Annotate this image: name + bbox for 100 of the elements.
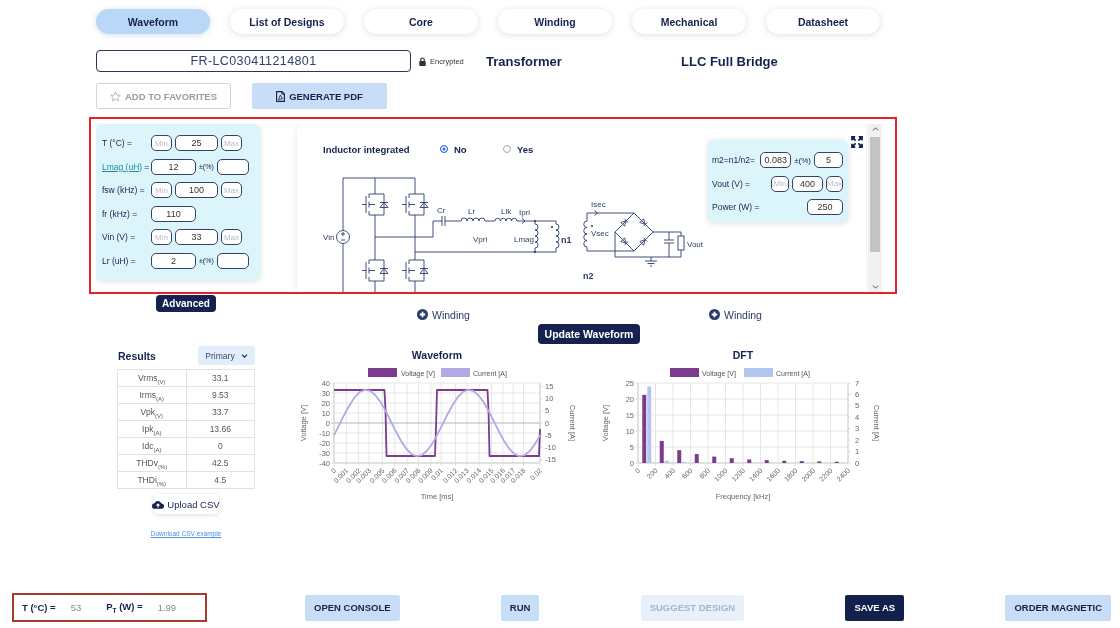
- advanced-button[interactable]: Advanced: [156, 295, 216, 312]
- input-field[interactable]: 250: [807, 199, 843, 215]
- input-field[interactable]: 110: [151, 205, 196, 222]
- table-cell: 0: [186, 437, 255, 455]
- radio-icon[interactable]: [503, 145, 511, 153]
- table-cell: Ipk$_{(A)}$: [117, 420, 187, 438]
- input-field[interactable]: [216, 252, 249, 269]
- parameter-link[interactable]: Lmag (uH): [102, 161, 143, 172]
- pdf-button[interactable]: GENERATE PDF: [252, 83, 387, 109]
- table-cell: 33.7: [186, 403, 255, 421]
- scrollbar-thumb[interactable]: [870, 137, 880, 252]
- input-field[interactable]: Min: [771, 175, 789, 192]
- voltage-bar: [782, 460, 787, 463]
- input-field[interactable]: 33: [175, 229, 218, 246]
- tab[interactable]: Datasheet: [766, 9, 880, 34]
- input-field[interactable]: Max: [826, 175, 843, 192]
- table-cell: Irms$_{(A)}$: [117, 386, 187, 404]
- caret-up-icon[interactable]: [871, 127, 879, 131]
- voltage-bar: [712, 456, 717, 463]
- caret-down-icon[interactable]: [871, 285, 879, 289]
- input-field[interactable]: 0.083: [760, 152, 792, 168]
- update-waveform-button[interactable]: Update Waveform: [538, 324, 640, 344]
- radio-option[interactable]: Yes: [503, 143, 566, 155]
- field-label: Power (W) =: [712, 202, 760, 212]
- status-value: 53: [70, 602, 82, 613]
- table-cell: 42.5: [186, 454, 255, 472]
- input-field[interactable]: Max: [221, 182, 242, 199]
- chart-title: DFT: [732, 349, 754, 361]
- field-label: T (°C) =: [102, 138, 132, 148]
- add-winding-link[interactable]: Winding: [417, 308, 473, 321]
- action-button[interactable]: SAVE AS: [845, 594, 905, 621]
- expand-icon[interactable]: [851, 136, 863, 148]
- input-field[interactable]: Min: [151, 135, 172, 151]
- tab[interactable]: Waveform: [96, 9, 210, 34]
- input-field[interactable]: [216, 158, 249, 175]
- component-label: Ipri: [519, 208, 531, 217]
- table-cell: Vpk$_{(V)}$: [117, 403, 187, 421]
- caret-icon: [240, 353, 248, 358]
- tolerance-label: ±(%): [794, 155, 811, 165]
- field-label: Lr (uH) =: [102, 255, 136, 266]
- scrollbar[interactable]: [868, 124, 882, 292]
- voltage-bar: [659, 440, 664, 463]
- topology-label: LLC Full Bridge: [681, 53, 779, 69]
- input-field[interactable]: Max: [221, 229, 242, 246]
- table-cell: 33.1: [186, 369, 255, 387]
- magnetic-type-label: Transformer: [486, 53, 563, 69]
- equals-sign: =: [144, 161, 150, 172]
- input-field[interactable]: 25: [175, 135, 218, 151]
- winding-label: n2: [583, 271, 594, 281]
- plus-circle-icon: [709, 309, 720, 320]
- table-cell: Vrms$_{(V)}$: [117, 369, 187, 387]
- component-label: Cr: [437, 206, 446, 215]
- side-dropdown[interactable]: Primary: [198, 346, 255, 365]
- add-winding-link[interactable]: Winding: [709, 308, 765, 321]
- field-label: m2=n1/n2=: [712, 155, 755, 165]
- table-cell: 9.53: [186, 386, 255, 404]
- document-icon: [276, 90, 286, 102]
- voltage-bar: [694, 454, 699, 463]
- component-label: Vpri: [473, 235, 488, 244]
- winding-label: n1: [561, 235, 572, 245]
- current-bar: [664, 460, 669, 463]
- voltage-bar: [764, 460, 769, 463]
- component-label: Llk: [501, 207, 512, 216]
- tab[interactable]: List of Designs: [230, 9, 344, 34]
- component-label: Isec: [591, 200, 606, 209]
- tab[interactable]: Winding: [498, 9, 612, 34]
- component-label: Vin: [323, 233, 335, 242]
- input-field[interactable]: 2: [151, 252, 196, 269]
- radio-icon[interactable]: [440, 145, 448, 153]
- option-title: Inductor integrated: [323, 143, 411, 155]
- radio-option[interactable]: No: [440, 143, 503, 155]
- design-name-field[interactable]: FR-LC030411214801: [96, 50, 411, 72]
- field-label: Vin (V) =: [102, 232, 136, 243]
- input-field[interactable]: 400: [792, 175, 823, 192]
- lock-icon: [419, 56, 426, 66]
- input-field[interactable]: 100: [175, 182, 218, 199]
- action-button[interactable]: OPEN CONSOLE: [305, 594, 400, 621]
- tab[interactable]: Core: [364, 9, 478, 34]
- input-field[interactable]: 12: [151, 158, 196, 175]
- input-field[interactable]: Max: [221, 135, 242, 151]
- status-label: T (°C) =: [22, 602, 56, 613]
- component-label: Vout: [687, 240, 703, 249]
- field-label: fsw (kHz) =: [102, 185, 145, 196]
- table-cell: 13.66: [186, 420, 255, 438]
- action-button[interactable]: RUN: [500, 594, 540, 621]
- voltage-bar: [677, 450, 682, 463]
- tab[interactable]: Mechanical: [632, 9, 746, 34]
- voltage-bar: [729, 458, 734, 463]
- action-button[interactable]: ORDER MAGNETIC: [1005, 594, 1111, 621]
- cloud-upload-icon: [152, 499, 165, 509]
- input-field[interactable]: 5: [814, 152, 843, 168]
- input-field[interactable]: Min: [151, 229, 172, 246]
- component-label: Vsec: [591, 229, 609, 238]
- voltage-bar: [642, 394, 647, 463]
- upload-csv-button[interactable]: Upload CSV: [153, 494, 219, 514]
- component-label: Lr: [468, 207, 476, 216]
- table-cell: 4.5: [186, 471, 255, 489]
- star-icon: [110, 90, 121, 102]
- table-cell: THDv$_{(%)}$: [117, 454, 187, 472]
- input-field[interactable]: Min: [151, 182, 172, 199]
